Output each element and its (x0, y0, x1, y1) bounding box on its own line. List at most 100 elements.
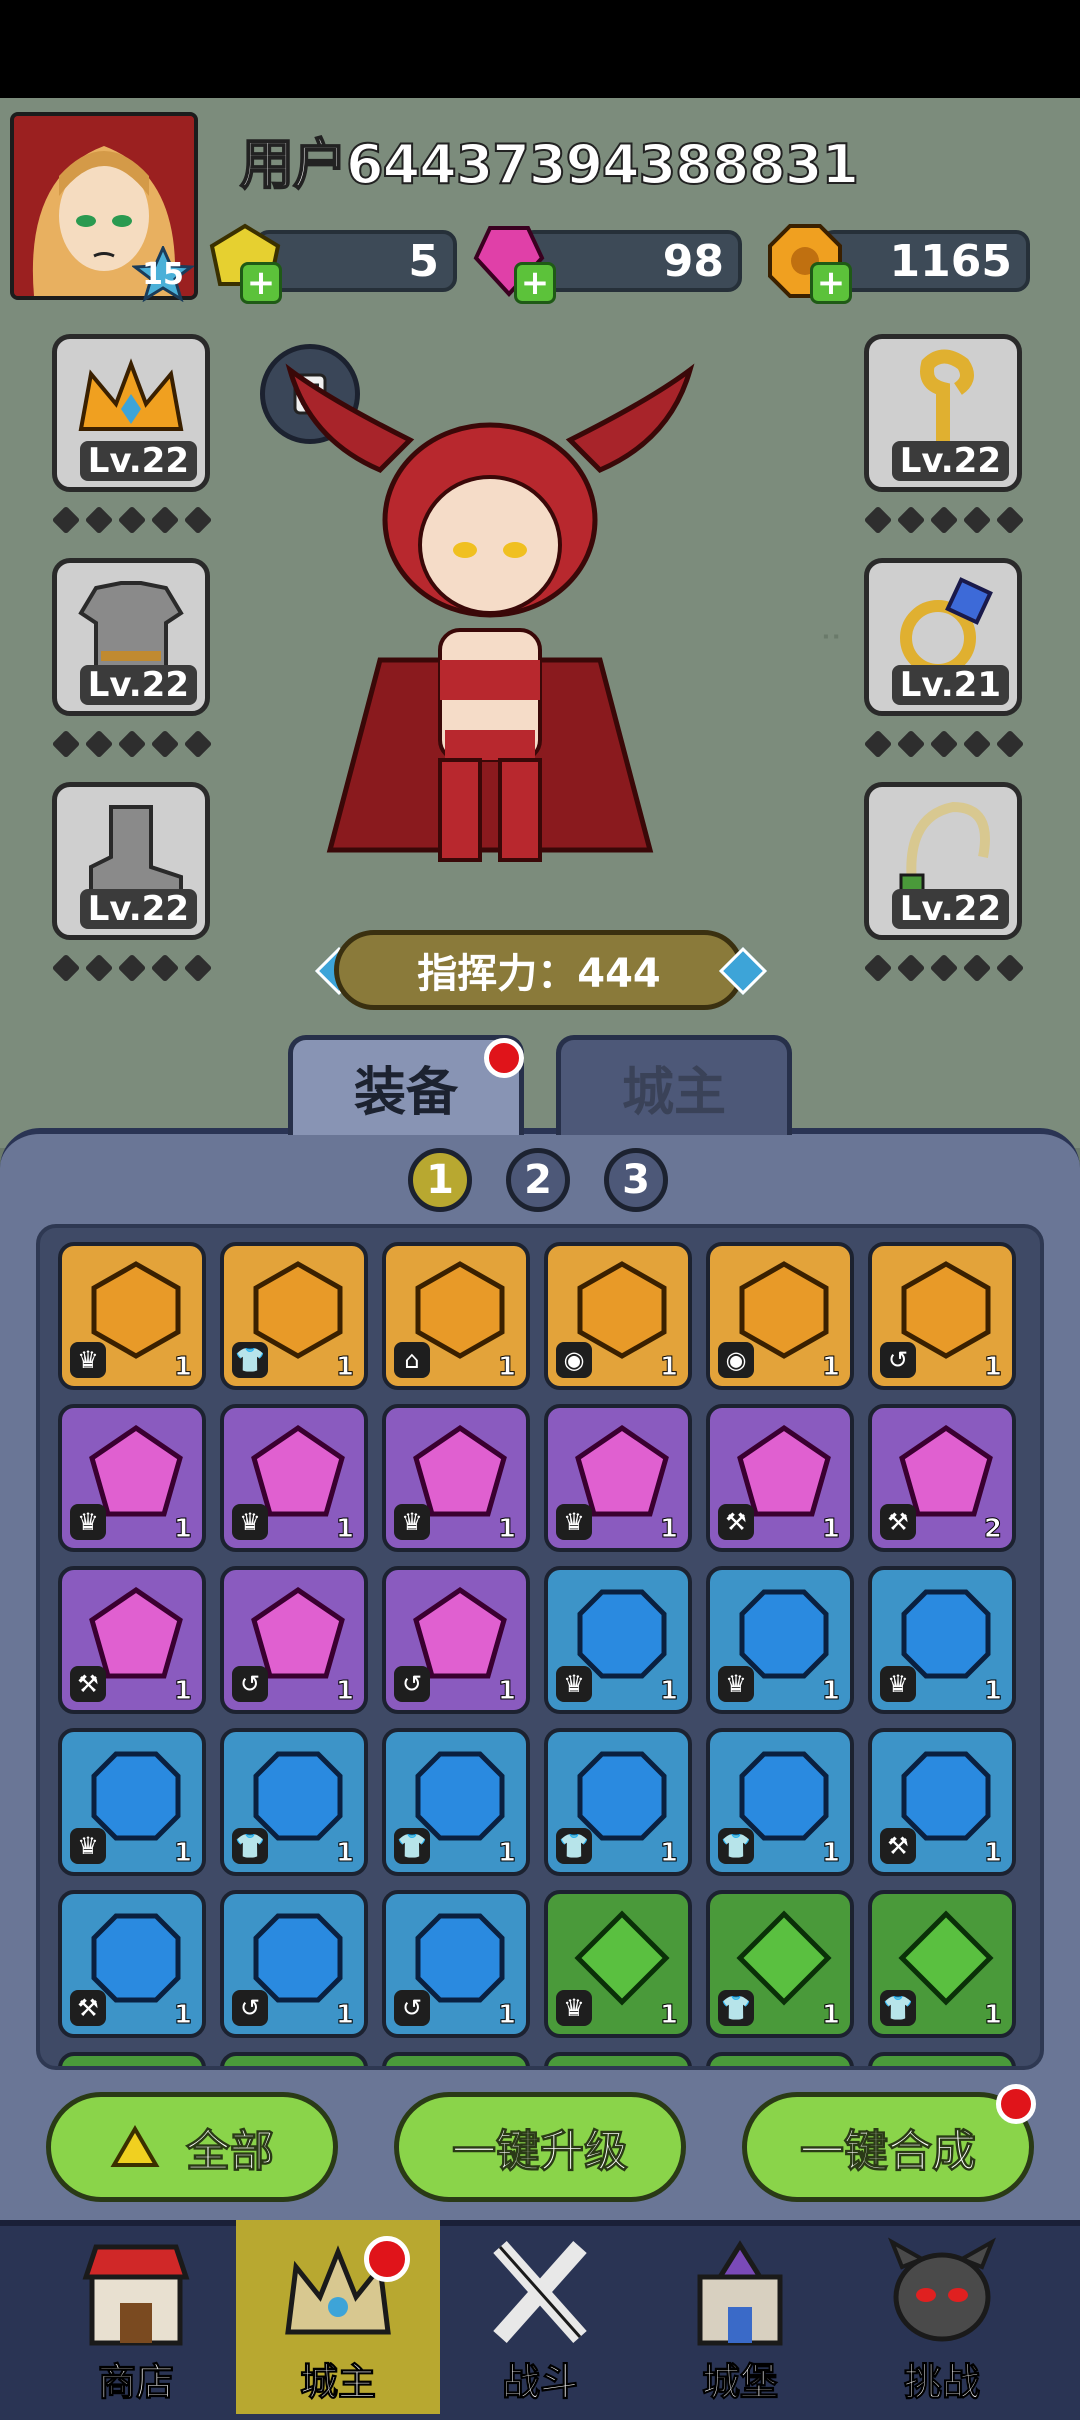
gem-cell[interactable]: 👕 1 (382, 1728, 530, 1876)
nav-castle[interactable]: 城堡 (640, 2226, 840, 2414)
equip-slot-ring[interactable]: Lv.21 (864, 558, 1022, 716)
filter-all-label: 全部 (186, 2126, 275, 2178)
yellow-gem-counter: 5 (255, 230, 457, 292)
gem-cell[interactable]: 👕 1 (706, 1890, 854, 2038)
gem-count: 1 (983, 2000, 1002, 2031)
gem-count: 1 (983, 1352, 1002, 1383)
equip-type-icon: 👕 (394, 1828, 430, 1864)
gem-cell[interactable] (220, 2052, 368, 2066)
gem-cell[interactable] (868, 2052, 1016, 2066)
equip-level: Lv.22 (891, 889, 1009, 929)
gem-cell[interactable]: ↺ 1 (220, 1566, 368, 1714)
gem-cell[interactable]: ♛ 1 (706, 1566, 854, 1714)
gem-cell[interactable]: ♛ 1 (58, 1242, 206, 1390)
equip-type-icon: ↺ (232, 1666, 268, 1702)
nav-battle[interactable]: 战斗 (440, 2226, 640, 2414)
gem-cell[interactable]: ♛ 1 (220, 1404, 368, 1552)
gem-cell[interactable]: ⌂ 1 (382, 1242, 530, 1390)
equip-type-icon: 👕 (556, 1828, 592, 1864)
gem-cell[interactable]: 👕 1 (706, 1728, 854, 1876)
filter-all-button[interactable]: 全部 (46, 2092, 338, 2202)
gem-cell[interactable] (382, 2052, 530, 2066)
equip-level: Lv.21 (891, 665, 1009, 705)
nav-challenge-label: 挑战 (903, 2360, 980, 2405)
equip-type-icon: ⚒ (718, 1504, 754, 1540)
gem-cell[interactable]: ◉ 1 (706, 1242, 854, 1390)
equip-type-icon: ♛ (556, 1666, 592, 1702)
gem-cell[interactable]: ♛ 1 (868, 1566, 1016, 1714)
gem-cell[interactable]: ⚒ 2 (868, 1404, 1016, 1552)
equip-type-icon: ♛ (394, 1504, 430, 1540)
page-2-button[interactable]: 2 (506, 1148, 570, 1212)
gem-count: 1 (173, 2000, 192, 2031)
star-rating (51, 729, 213, 759)
equip-level: Lv.22 (79, 441, 197, 481)
shop-icon (82, 2244, 190, 2346)
gem-count: 1 (497, 1514, 516, 1545)
merge-all-button[interactable]: 一键合成 (742, 2092, 1034, 2202)
gem-cell[interactable]: ↺ 1 (868, 1242, 1016, 1390)
tab-lord[interactable]: 城主 (556, 1035, 792, 1135)
gem-cell[interactable]: ♛ 1 (544, 1566, 692, 1714)
equip-type-icon: ♛ (70, 1504, 106, 1540)
gem-grid: ♛ 1 👕 1 ⌂ 1 ◉ 1 ◉ 1 ↺ 1 ♛ 1 ♛ 1 ♛ 1 ♛ 1 ⚒ 1 ⚒ 2 ⚒ 1 ↺ 1 ↺ 1 ♛ 1 ♛ 1 ♛ 1 ♛ 1 👕 1… (36, 1224, 1044, 2070)
gem-cell[interactable]: ♛ 1 (58, 1404, 206, 1552)
equip-type-icon: ⚒ (880, 1828, 916, 1864)
equip-type-icon: ♛ (232, 1504, 268, 1540)
gem-cell[interactable]: ⚒ 1 (58, 1566, 206, 1714)
equip-type-icon: ↺ (394, 1990, 430, 2026)
equip-type-icon: ↺ (394, 1666, 430, 1702)
equip-type-icon: ♛ (880, 1666, 916, 1702)
equip-slot-boots[interactable]: Lv.22 (52, 782, 210, 940)
nav-challenge[interactable]: 挑战 (842, 2226, 1042, 2414)
status-bar (0, 0, 1080, 98)
equip-slot-staff[interactable]: Lv.22 (864, 334, 1022, 492)
nav-lord-label: 城主 (299, 2360, 376, 2405)
equip-type-icon: ◉ (556, 1342, 592, 1378)
gem-count: 1 (659, 1838, 678, 1869)
nav-shop-label: 商店 (97, 2360, 174, 2405)
gem-cell[interactable]: ⚒ 1 (706, 1404, 854, 1552)
gem-count: 1 (335, 1676, 354, 1707)
nav-shop[interactable]: 商店 (36, 2226, 236, 2414)
gem-cell[interactable]: ♛ 1 (58, 1728, 206, 1876)
gem-cell[interactable]: 👕 1 (868, 1890, 1016, 2038)
nav-battle-label: 战斗 (501, 2360, 578, 2405)
gem-cell[interactable] (58, 2052, 206, 2066)
castle-icon (697, 2240, 783, 2346)
equip-slot-crown[interactable]: Lv.22 (52, 334, 210, 492)
gem-cell[interactable]: ↺ 1 (382, 1566, 530, 1714)
gem-count: 1 (983, 1676, 1002, 1707)
gem-count: 1 (335, 2000, 354, 2031)
gem-count: 1 (659, 1352, 678, 1383)
gold-value: 1165 (889, 235, 1012, 287)
gem-cell[interactable]: ◉ 1 (544, 1242, 692, 1390)
page-1-button[interactable]: 1 (408, 1148, 472, 1212)
notification-dot (484, 1038, 524, 1078)
equip-slot-armor[interactable]: Lv.22 (52, 558, 210, 716)
gem-cell[interactable]: 👕 1 (544, 1728, 692, 1876)
add-pink-gem-button[interactable]: + (514, 262, 556, 304)
gem-cell[interactable]: ⚒ 1 (58, 1890, 206, 2038)
gem-cell[interactable]: 👕 1 (220, 1242, 368, 1390)
gem-cell[interactable]: ♛ 1 (544, 1404, 692, 1552)
crown-icon (78, 358, 184, 431)
equip-slot-whip[interactable]: Lv.22 (864, 782, 1022, 940)
gem-cell[interactable]: ♛ 1 (382, 1404, 530, 1552)
star-rating (863, 729, 1025, 759)
gem-cell[interactable]: ⚒ 1 (868, 1728, 1016, 1876)
gem-cell[interactable] (544, 2052, 692, 2066)
equip-type-icon: ⚒ (70, 1990, 106, 2026)
gem-cell[interactable]: ♛ 1 (544, 1890, 692, 2038)
add-yellow-gem-button[interactable]: + (240, 262, 282, 304)
gem-cell[interactable]: 👕 1 (220, 1728, 368, 1876)
pink-gem-value: 98 (662, 235, 724, 287)
gem-cell[interactable]: ↺ 1 (382, 1890, 530, 2038)
equip-type-icon: 👕 (232, 1828, 268, 1864)
gem-cell[interactable]: ↺ 1 (220, 1890, 368, 2038)
gem-cell[interactable] (706, 2052, 854, 2066)
gem-count: 1 (821, 1514, 840, 1545)
page-3-button[interactable]: 3 (604, 1148, 668, 1212)
add-gold-button[interactable]: + (810, 262, 852, 304)
upgrade-all-button[interactable]: 一键升级 (394, 2092, 686, 2202)
